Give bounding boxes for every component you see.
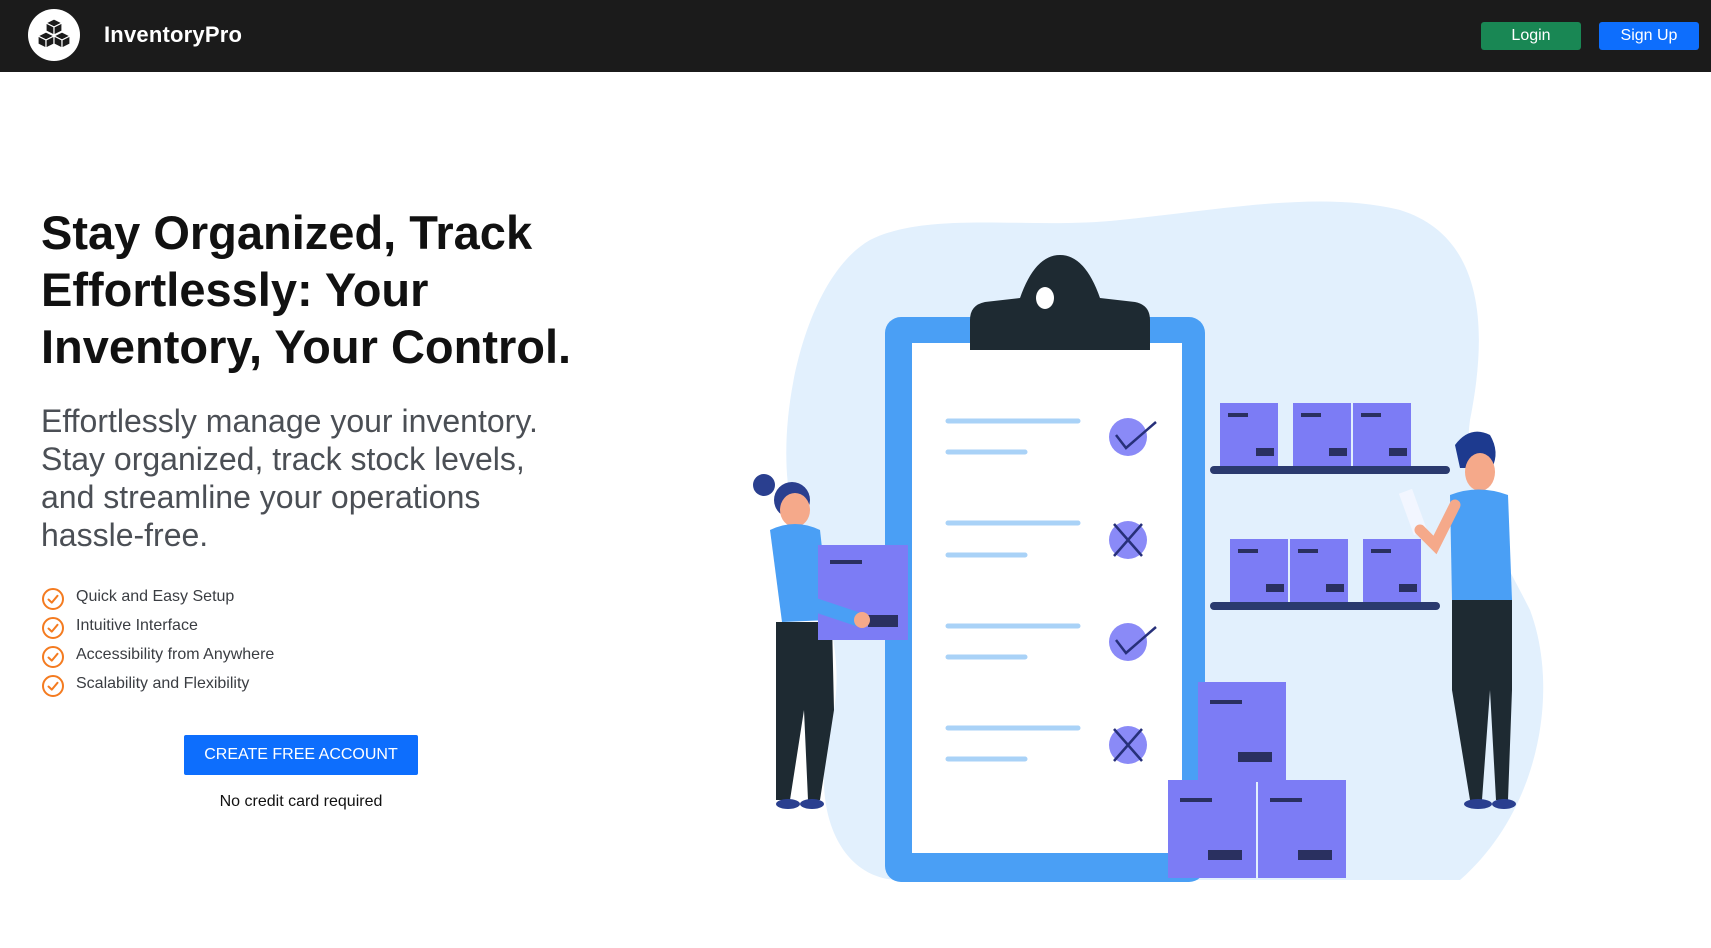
brand-logo[interactable] [28,9,80,61]
create-account-button[interactable]: CREATE FREE ACCOUNT [184,735,418,775]
feature-label: Intuitive Interface [76,616,198,634]
signup-button[interactable]: Sign Up [1599,22,1699,50]
feature-label: Scalability and Flexibility [76,674,250,692]
feature-item: Quick and Easy Setup [41,582,274,611]
cubes-icon [37,18,71,49]
feature-item: Scalability and Flexibility [41,669,274,698]
feature-list: Quick and Easy Setup Intuitive Interface… [41,582,274,698]
inventory-illustration [753,201,1544,882]
feature-item: Accessibility from Anywhere [41,640,274,669]
feature-item: Intuitive Interface [41,611,274,640]
check-circle-icon [42,674,64,697]
login-button[interactable]: Login [1481,22,1581,50]
hero-subtitle: Effortlessly manage your inventory. Stay… [41,403,538,553]
feature-label: Quick and Easy Setup [76,587,235,605]
check-circle-icon [42,587,64,610]
check-circle-icon [42,616,64,639]
feature-label: Accessibility from Anywhere [76,645,275,663]
clipboard [885,255,1205,882]
check-circle-icon [42,645,64,668]
no-credit-card-note: No credit card required [219,793,383,810]
navbar: InventoryPro Login Sign Up [0,0,1711,72]
brand-name[interactable]: InventoryPro [104,22,242,48]
hero-title: Stay Organized, Track Effortlessly: Your… [41,206,572,373]
